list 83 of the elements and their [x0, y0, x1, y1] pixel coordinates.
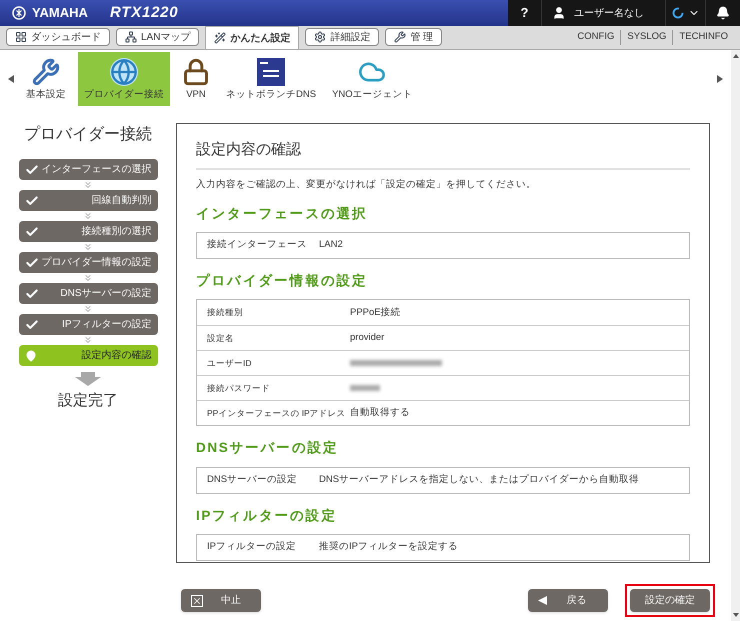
pin-icon [24, 350, 36, 362]
section-heading: DNSサーバーの設定 [196, 439, 340, 458]
back-button[interactable]: 戻る [528, 589, 608, 612]
scrollbar[interactable] [731, 50, 740, 621]
check-icon [24, 194, 38, 208]
row-label: PPインターフェースの IPアドレス [207, 406, 347, 420]
down-chevron-icon [83, 335, 93, 345]
tuning-fork-logo-icon [12, 6, 26, 20]
user-name[interactable]: ユーザー名なし [574, 6, 644, 20]
wizard-step: インターフェースの選択 [18, 159, 158, 180]
down-chevron-icon [83, 273, 93, 283]
brand-logo: YAMAHA [32, 4, 88, 22]
wizard-item[interactable]: ネットボランチDNS [222, 52, 320, 106]
final-step: 設定完了 [58, 390, 118, 412]
wizard-step: 接続種別の選択 [18, 221, 158, 242]
model-name: RTX1220 [110, 2, 178, 23]
row-label: 接続種別 [207, 306, 244, 320]
row-label: DNSサーバーの設定 [207, 472, 298, 487]
bell-icon[interactable] [716, 6, 730, 20]
wand-icon [214, 32, 226, 44]
down-chevron-icon [83, 304, 93, 314]
globe-icon [110, 58, 138, 86]
section-heading: IPフィルターの設定 [196, 506, 338, 524]
grid-icon [15, 31, 27, 43]
lock-icon [182, 58, 210, 86]
wrench-icon [394, 31, 406, 43]
wizard-item[interactable]: 基本設定 [22, 52, 70, 106]
scroll-left-arrow-icon[interactable] [8, 75, 14, 83]
left-triangle-icon [538, 596, 547, 605]
down-chevron-icon [83, 211, 93, 221]
row-label: IPフィルターの設定 [207, 540, 297, 554]
nav-tab[interactable]: LANマップ [116, 28, 200, 46]
row-label: 設定名 [207, 332, 235, 345]
wizard-step: プロバイダー情報の設定 [18, 252, 158, 273]
scroll-up-icon[interactable] [732, 54, 738, 58]
confirm-button[interactable]: 設定の確定 [630, 589, 710, 612]
panel-title: 設定内容の確認 [196, 139, 690, 170]
down-chevron-icon [83, 180, 93, 190]
sidebar-title: プロバイダー接続 [24, 124, 152, 145]
row-label: 接続パスワード [207, 382, 271, 395]
check-icon [24, 256, 38, 270]
nav-tab[interactable]: かんたん設定 [205, 26, 300, 49]
row-value: LAN2 [319, 238, 343, 252]
row-value: 自動取得する [350, 406, 410, 420]
wizard-step: 回線自動判別 [18, 190, 158, 211]
row-label: ユーザーID [207, 356, 252, 370]
nav-tab[interactable]: 管 理 [385, 28, 442, 46]
wizard-item[interactable]: VPN [178, 52, 214, 106]
check-icon [24, 162, 38, 176]
scroll-right-arrow-icon[interactable] [717, 75, 723, 83]
down-arrow-icon [75, 372, 101, 386]
wizard-step: 設定内容の確認 [18, 345, 158, 366]
user-icon [552, 6, 566, 20]
wizard-item[interactable]: YNOエージェント [328, 52, 417, 106]
cancel-button[interactable]: 中止 [181, 589, 261, 612]
wrench-icon [32, 58, 60, 86]
loading-circle-icon[interactable] [672, 7, 684, 19]
network-icon [125, 31, 137, 43]
wizard-item[interactable]: プロバイダー接続 [78, 52, 170, 106]
header-link[interactable]: SYSLOG [620, 30, 672, 45]
header-link[interactable]: TECHINFO [672, 30, 734, 45]
row-label: 接続インターフェース [207, 238, 308, 252]
nav-tab[interactable]: 詳細設定 [305, 28, 380, 46]
settings-icon [314, 31, 326, 43]
check-icon [24, 286, 38, 300]
wizard-step: DNSサーバーの設定 [18, 283, 158, 304]
section-heading: インターフェースの選択 [196, 204, 369, 223]
down-chevron-icon [83, 242, 93, 252]
nav-tab[interactable]: ダッシュボード [6, 28, 110, 46]
row-value: provider [350, 331, 384, 346]
blurred-value [350, 385, 380, 392]
wizard-step: IPフィルターの設定 [18, 314, 158, 335]
close-icon [191, 594, 203, 606]
row-value: PPPoE接続 [350, 306, 401, 320]
row-value: DNSサーバーアドレスを指定しない、またはプロバイダーから自動取得 [319, 472, 640, 487]
description-text: 入力内容をご確認の上、変更がなければ「設定の確定」を押してください。 [196, 178, 537, 192]
header-link[interactable]: CONFIG [571, 30, 620, 45]
check-icon [24, 318, 38, 332]
check-icon [24, 224, 38, 238]
section-heading: プロバイダー情報の設定 [196, 272, 369, 290]
ddns-service-icon [257, 58, 286, 86]
scroll-down-icon[interactable] [732, 613, 738, 617]
row-value: 推奨のIPフィルターを設定する [319, 540, 458, 554]
